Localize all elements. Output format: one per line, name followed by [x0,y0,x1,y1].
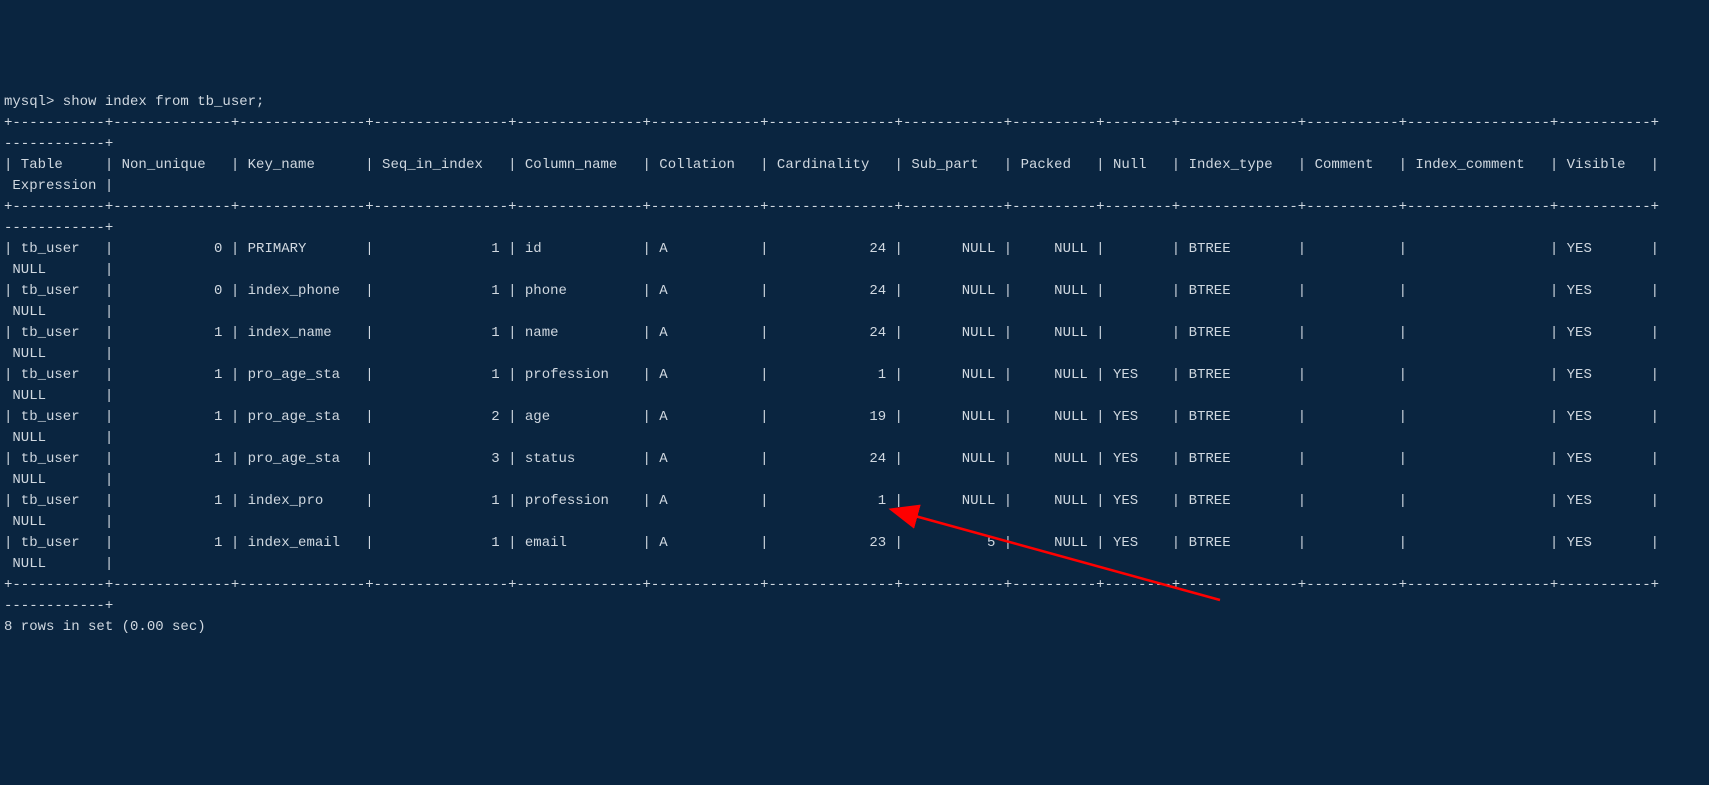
terminal-output[interactable]: mysql> show index from tb_user; +-------… [4,92,1705,638]
